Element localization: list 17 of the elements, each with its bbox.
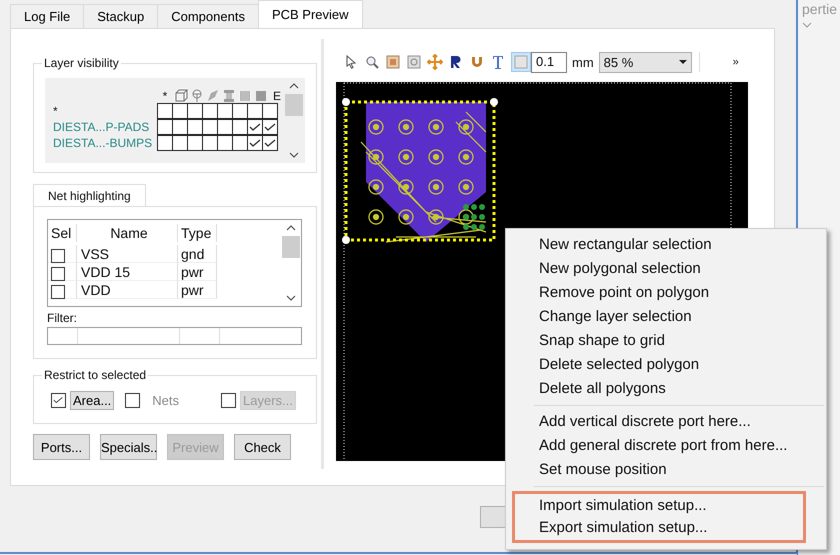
table-cell: VDD 15 xyxy=(77,263,178,281)
layer-name: DIESTA...-BUMPS xyxy=(52,135,154,151)
table-cell: VDD xyxy=(77,281,178,299)
window-title: pertie xyxy=(802,0,838,18)
group-title: Restrict to selected xyxy=(42,368,148,382)
table-cell: pwr xyxy=(178,263,217,281)
table-cell: pwr xyxy=(178,281,217,299)
filter-label: Filter: xyxy=(47,311,78,325)
table-cell: VSS xyxy=(77,245,178,263)
option-label: Nets xyxy=(152,393,180,408)
column-header: * xyxy=(162,89,168,103)
layer-name: DIESTA...P-PADS xyxy=(52,119,150,135)
column-header: E xyxy=(272,89,282,103)
group-title: Layer visibility xyxy=(42,56,121,70)
layer-name: * xyxy=(52,103,59,119)
table-cell: gnd xyxy=(178,245,217,263)
unit-label: mm xyxy=(572,54,594,70)
